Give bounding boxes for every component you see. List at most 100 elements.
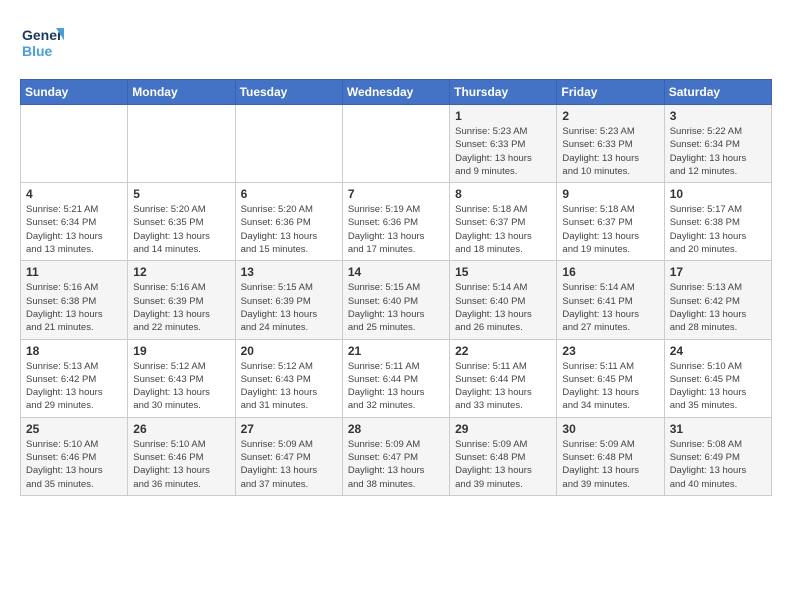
day-number: 9	[562, 187, 658, 201]
calendar-cell: 28 Sunrise: 5:09 AM Sunset: 6:47 PM Dayli…	[342, 417, 449, 495]
day-info: Sunrise: 5:19 AM Sunset: 6:36 PM Dayligh…	[348, 203, 444, 256]
calendar-cell: 14 Sunrise: 5:15 AM Sunset: 6:40 PM Dayli…	[342, 261, 449, 339]
day-number: 12	[133, 265, 229, 279]
day-info: Sunrise: 5:08 AM Sunset: 6:49 PM Dayligh…	[670, 438, 766, 491]
calendar-cell: 4 Sunrise: 5:21 AM Sunset: 6:34 PM Daylig…	[21, 183, 128, 261]
day-number: 31	[670, 422, 766, 436]
calendar-header-tuesday: Tuesday	[235, 80, 342, 105]
calendar-cell: 8 Sunrise: 5:18 AM Sunset: 6:37 PM Daylig…	[450, 183, 557, 261]
day-info: Sunrise: 5:09 AM Sunset: 6:48 PM Dayligh…	[455, 438, 551, 491]
calendar-header-friday: Friday	[557, 80, 664, 105]
calendar-cell: 21Sunrise: 5:11 AM Sunset: 6:44 PM Dayli…	[342, 339, 449, 417]
day-number: 17	[670, 265, 766, 279]
day-info: Sunrise: 5:18 AM Sunset: 6:37 PM Dayligh…	[455, 203, 551, 256]
day-number: 10	[670, 187, 766, 201]
calendar-cell: 11Sunrise: 5:16 AM Sunset: 6:38 PM Dayli…	[21, 261, 128, 339]
day-number: 25	[26, 422, 122, 436]
calendar-cell: 1 Sunrise: 5:23 AM Sunset: 6:33 PM Daylig…	[450, 105, 557, 183]
day-number: 30	[562, 422, 658, 436]
day-number: 23	[562, 344, 658, 358]
calendar-cell: 5 Sunrise: 5:20 AM Sunset: 6:35 PM Daylig…	[128, 183, 235, 261]
day-info: Sunrise: 5:23 AM Sunset: 6:33 PM Dayligh…	[562, 125, 658, 178]
calendar-cell: 24 Sunrise: 5:10 AM Sunset: 6:45 PM Dayli…	[664, 339, 771, 417]
day-info: Sunrise: 5:20 AM Sunset: 6:36 PM Dayligh…	[241, 203, 337, 256]
logo: General Blue	[20, 20, 64, 69]
day-number: 22	[455, 344, 551, 358]
day-number: 16	[562, 265, 658, 279]
day-number: 6	[241, 187, 337, 201]
calendar-week-2: 4 Sunrise: 5:21 AM Sunset: 6:34 PM Daylig…	[21, 183, 772, 261]
calendar-header-sunday: Sunday	[21, 80, 128, 105]
day-number: 20	[241, 344, 337, 358]
day-info: Sunrise: 5:09 AM Sunset: 6:47 PM Dayligh…	[348, 438, 444, 491]
day-info: Sunrise: 5:17 AM Sunset: 6:38 PM Dayligh…	[670, 203, 766, 256]
day-info: Sunrise: 5:18 AM Sunset: 6:37 PM Dayligh…	[562, 203, 658, 256]
calendar-cell: 22 Sunrise: 5:11 AM Sunset: 6:44 PM Dayli…	[450, 339, 557, 417]
calendar-cell: 26Sunrise: 5:10 AM Sunset: 6:46 PM Dayli…	[128, 417, 235, 495]
calendar-cell	[342, 105, 449, 183]
logo-icon: General Blue	[20, 20, 64, 69]
day-info: Sunrise: 5:13 AM Sunset: 6:42 PM Dayligh…	[26, 360, 122, 413]
calendar-header-thursday: Thursday	[450, 80, 557, 105]
day-info: Sunrise: 5:21 AM Sunset: 6:34 PM Dayligh…	[26, 203, 122, 256]
calendar-cell: 7 Sunrise: 5:19 AM Sunset: 6:36 PM Daylig…	[342, 183, 449, 261]
calendar-cell: 12 Sunrise: 5:16 AM Sunset: 6:39 PM Dayli…	[128, 261, 235, 339]
calendar-cell: 9 Sunrise: 5:18 AM Sunset: 6:37 PM Daylig…	[557, 183, 664, 261]
calendar-header-row: SundayMondayTuesdayWednesdayThursdayFrid…	[21, 80, 772, 105]
day-info: Sunrise: 5:12 AM Sunset: 6:43 PM Dayligh…	[133, 360, 229, 413]
calendar-week-3: 11Sunrise: 5:16 AM Sunset: 6:38 PM Dayli…	[21, 261, 772, 339]
day-info: Sunrise: 5:15 AM Sunset: 6:39 PM Dayligh…	[241, 281, 337, 334]
calendar-cell: 6 Sunrise: 5:20 AM Sunset: 6:36 PM Daylig…	[235, 183, 342, 261]
svg-text:Blue: Blue	[22, 43, 53, 59]
calendar-cell: 18 Sunrise: 5:13 AM Sunset: 6:42 PM Dayli…	[21, 339, 128, 417]
day-number: 14	[348, 265, 444, 279]
day-info: Sunrise: 5:09 AM Sunset: 6:47 PM Dayligh…	[241, 438, 337, 491]
calendar-cell: 30 Sunrise: 5:09 AM Sunset: 6:48 PM Dayli…	[557, 417, 664, 495]
day-number: 1	[455, 109, 551, 123]
calendar-body: 1 Sunrise: 5:23 AM Sunset: 6:33 PM Daylig…	[21, 105, 772, 496]
day-number: 3	[670, 109, 766, 123]
day-info: Sunrise: 5:11 AM Sunset: 6:44 PM Dayligh…	[348, 360, 444, 413]
day-info: Sunrise: 5:15 AM Sunset: 6:40 PM Dayligh…	[348, 281, 444, 334]
day-number: 7	[348, 187, 444, 201]
calendar-cell: 17Sunrise: 5:13 AM Sunset: 6:42 PM Dayli…	[664, 261, 771, 339]
day-info: Sunrise: 5:10 AM Sunset: 6:45 PM Dayligh…	[670, 360, 766, 413]
calendar-cell: 10 Sunrise: 5:17 AM Sunset: 6:38 PM Dayli…	[664, 183, 771, 261]
calendar-header-monday: Monday	[128, 80, 235, 105]
calendar-cell: 15 Sunrise: 5:14 AM Sunset: 6:40 PM Dayli…	[450, 261, 557, 339]
day-info: Sunrise: 5:20 AM Sunset: 6:35 PM Dayligh…	[133, 203, 229, 256]
day-number: 2	[562, 109, 658, 123]
calendar-table: SundayMondayTuesdayWednesdayThursdayFrid…	[20, 79, 772, 496]
day-number: 24	[670, 344, 766, 358]
day-number: 18	[26, 344, 122, 358]
day-info: Sunrise: 5:12 AM Sunset: 6:43 PM Dayligh…	[241, 360, 337, 413]
calendar-cell: 27 Sunrise: 5:09 AM Sunset: 6:47 PM Dayli…	[235, 417, 342, 495]
calendar-week-5: 25 Sunrise: 5:10 AM Sunset: 6:46 PM Dayli…	[21, 417, 772, 495]
day-number: 5	[133, 187, 229, 201]
day-number: 28	[348, 422, 444, 436]
calendar-cell	[235, 105, 342, 183]
day-info: Sunrise: 5:14 AM Sunset: 6:41 PM Dayligh…	[562, 281, 658, 334]
day-info: Sunrise: 5:22 AM Sunset: 6:34 PM Dayligh…	[670, 125, 766, 178]
day-info: Sunrise: 5:14 AM Sunset: 6:40 PM Dayligh…	[455, 281, 551, 334]
day-info: Sunrise: 5:09 AM Sunset: 6:48 PM Dayligh…	[562, 438, 658, 491]
calendar-cell	[128, 105, 235, 183]
day-info: Sunrise: 5:11 AM Sunset: 6:45 PM Dayligh…	[562, 360, 658, 413]
day-number: 27	[241, 422, 337, 436]
day-info: Sunrise: 5:10 AM Sunset: 6:46 PM Dayligh…	[26, 438, 122, 491]
calendar-cell: 23 Sunrise: 5:11 AM Sunset: 6:45 PM Dayli…	[557, 339, 664, 417]
calendar-header-wednesday: Wednesday	[342, 80, 449, 105]
calendar-cell: 16 Sunrise: 5:14 AM Sunset: 6:41 PM Dayli…	[557, 261, 664, 339]
day-number: 4	[26, 187, 122, 201]
day-info: Sunrise: 5:10 AM Sunset: 6:46 PM Dayligh…	[133, 438, 229, 491]
calendar-cell: 3 Sunrise: 5:22 AM Sunset: 6:34 PM Daylig…	[664, 105, 771, 183]
day-info: Sunrise: 5:23 AM Sunset: 6:33 PM Dayligh…	[455, 125, 551, 178]
day-info: Sunrise: 5:11 AM Sunset: 6:44 PM Dayligh…	[455, 360, 551, 413]
calendar-cell: 19Sunrise: 5:12 AM Sunset: 6:43 PM Dayli…	[128, 339, 235, 417]
calendar-cell: 25 Sunrise: 5:10 AM Sunset: 6:46 PM Dayli…	[21, 417, 128, 495]
day-info: Sunrise: 5:16 AM Sunset: 6:39 PM Dayligh…	[133, 281, 229, 334]
day-number: 15	[455, 265, 551, 279]
calendar-header-saturday: Saturday	[664, 80, 771, 105]
day-number: 8	[455, 187, 551, 201]
day-info: Sunrise: 5:16 AM Sunset: 6:38 PM Dayligh…	[26, 281, 122, 334]
